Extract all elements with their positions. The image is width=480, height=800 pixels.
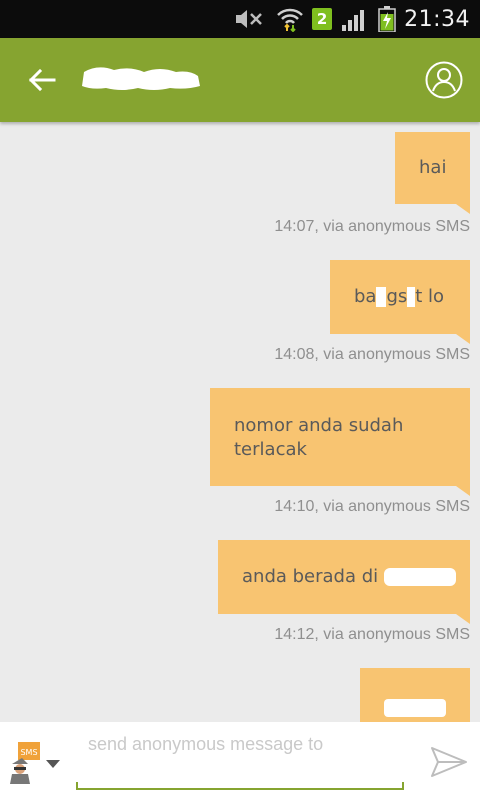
arrow-back-icon (28, 68, 56, 92)
battery-charging-icon (378, 6, 396, 32)
clock: 21:34 (404, 6, 470, 32)
message-text: hai (419, 157, 447, 178)
status-bar: 2 21:34 (0, 0, 480, 38)
redaction-block (384, 699, 446, 717)
message-bubble[interactable]: ba gs t lo (330, 260, 470, 344)
message-input[interactable]: send anonymous message to (76, 728, 404, 790)
sender-selector[interactable]: SMS (8, 742, 42, 784)
back-button[interactable] (22, 60, 62, 100)
wifi-icon (277, 8, 303, 32)
redacted-contact-name (82, 67, 200, 90)
send-icon (431, 747, 467, 777)
message-bubble[interactable]: hai (395, 132, 470, 214)
message-meta: 14:08, via anonymous SMS (274, 346, 470, 363)
message-list[interactable]: hai 14:07, via anonymous SMS ba gs t lo 14… (0, 122, 480, 722)
composer-bar: SMS send anonymous message to (0, 722, 480, 800)
signal-icon (342, 10, 365, 31)
message-bubble[interactable] (360, 668, 470, 722)
message-text: anda berada di (242, 566, 379, 587)
message-meta: 14:10, via anonymous SMS (274, 498, 470, 515)
message-text-part: t lo (415, 286, 445, 307)
redaction-block (383, 568, 456, 586)
contact-avatar-icon (425, 61, 463, 99)
message-bubble[interactable]: anda berada di (218, 540, 470, 624)
notification-count-badge: 2 (312, 8, 333, 30)
svg-text:SMS: SMS (20, 748, 37, 757)
message-meta: 14:07, via anonymous SMS (274, 218, 470, 235)
redaction-block (376, 287, 387, 307)
mute-icon (236, 10, 262, 28)
message-text-part: gs (386, 286, 408, 307)
message-input-placeholder: send anonymous message to (88, 734, 324, 754)
message-bubble[interactable]: nomor anda sudah terlacak (210, 388, 470, 496)
anonymous-sms-icon: SMS (10, 742, 40, 784)
message-meta: 14:12, via anonymous SMS (274, 626, 470, 643)
action-bar (0, 38, 480, 122)
chevron-down-icon[interactable] (46, 760, 60, 768)
message-text-part: ba (354, 286, 377, 307)
status-icons: 2 21:34 (234, 0, 470, 38)
message-text: nomor anda sudah terlacak (234, 415, 404, 460)
input-underline (76, 782, 404, 790)
send-button[interactable] (430, 746, 468, 778)
contact-name (78, 60, 202, 100)
contact-button[interactable] (424, 60, 464, 100)
